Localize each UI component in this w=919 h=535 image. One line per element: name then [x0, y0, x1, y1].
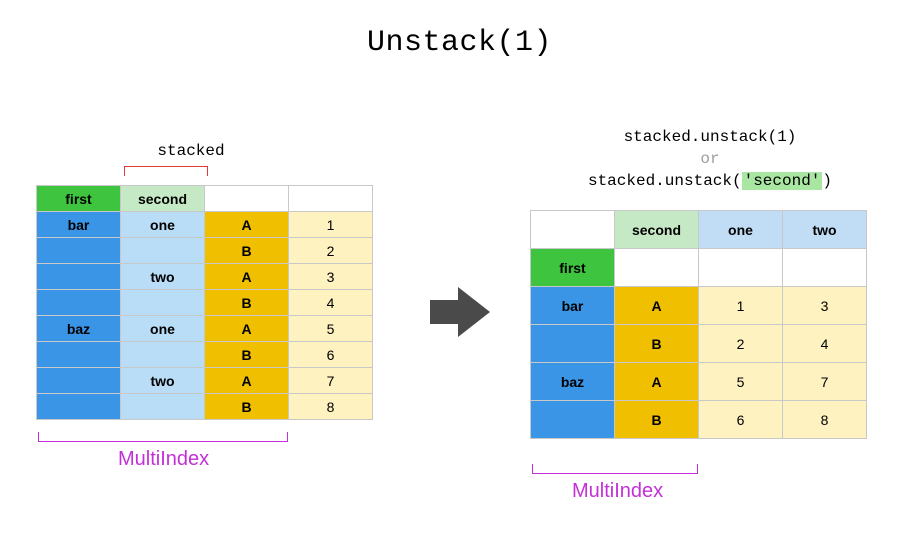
idx-second: [121, 342, 205, 368]
blank: [531, 211, 615, 249]
stacked-label: stacked: [131, 142, 251, 160]
code-line2-highlight: 'second': [742, 172, 823, 190]
idx-first: [531, 401, 615, 439]
idx-second: [121, 238, 205, 264]
val: 7: [289, 368, 373, 394]
idx-third: B: [205, 394, 289, 420]
idx-third: A: [205, 264, 289, 290]
code-line2: stacked.unstack('second'): [530, 170, 890, 192]
val: 2: [699, 325, 783, 363]
col-name-second: second: [615, 211, 699, 249]
idx-third: A: [205, 212, 289, 238]
unstacked-table: second one two first barA13 B24 bazA57 B…: [530, 210, 867, 439]
multiindex-label-left: MultiIndex: [118, 448, 209, 471]
hdr-second: second: [121, 186, 205, 212]
idx-third: A: [205, 368, 289, 394]
idx-second: two: [121, 264, 205, 290]
val: 8: [783, 401, 867, 439]
code-line2-pre: stacked.unstack(: [588, 172, 742, 190]
idx-first: baz: [37, 316, 121, 342]
stacked-bracket: [124, 166, 208, 176]
val: 5: [289, 316, 373, 342]
col-two: two: [783, 211, 867, 249]
idx-third: B: [205, 290, 289, 316]
val: 4: [783, 325, 867, 363]
blank: [615, 249, 699, 287]
val: 2: [289, 238, 373, 264]
multiindex-bracket-left: [38, 432, 288, 442]
idx-first: bar: [531, 287, 615, 325]
code-or: or: [530, 148, 890, 170]
idx-first: [37, 368, 121, 394]
val: 1: [699, 287, 783, 325]
idx-third: B: [205, 342, 289, 368]
val: 5: [699, 363, 783, 401]
multiindex-label-right: MultiIndex: [572, 480, 663, 503]
val: 3: [783, 287, 867, 325]
blank: [783, 249, 867, 287]
blank: [699, 249, 783, 287]
stacked-table: first second baroneA1 B2 twoA3 B4 bazone…: [36, 185, 373, 420]
idx-second: [121, 290, 205, 316]
val: 1: [289, 212, 373, 238]
idx-first: [531, 325, 615, 363]
idx-first: [37, 394, 121, 420]
val: 4: [289, 290, 373, 316]
col-one: one: [699, 211, 783, 249]
blank: [205, 186, 289, 212]
idx-second: A: [615, 287, 699, 325]
blank: [289, 186, 373, 212]
hdr-first: first: [37, 186, 121, 212]
idx-second: [121, 394, 205, 420]
idx-second: one: [121, 212, 205, 238]
idx-first: [37, 342, 121, 368]
val: 6: [289, 342, 373, 368]
idx-first: [37, 238, 121, 264]
idx-first: [37, 264, 121, 290]
val: 7: [783, 363, 867, 401]
idx-second: B: [615, 401, 699, 439]
idx-second: one: [121, 316, 205, 342]
code-line1: stacked.unstack(1): [530, 126, 890, 148]
idx-name-first: first: [531, 249, 615, 287]
idx-first: [37, 290, 121, 316]
val: 3: [289, 264, 373, 290]
idx-second: A: [615, 363, 699, 401]
val: 6: [699, 401, 783, 439]
multiindex-bracket-right: [532, 464, 698, 474]
code-line2-post: ): [822, 172, 832, 190]
idx-third: A: [205, 316, 289, 342]
page-title: Unstack(1): [0, 26, 919, 60]
idx-second: two: [121, 368, 205, 394]
idx-first: bar: [37, 212, 121, 238]
idx-third: B: [205, 238, 289, 264]
idx-first: baz: [531, 363, 615, 401]
val: 8: [289, 394, 373, 420]
idx-second: B: [615, 325, 699, 363]
code-block: stacked.unstack(1) or stacked.unstack('s…: [530, 126, 890, 192]
